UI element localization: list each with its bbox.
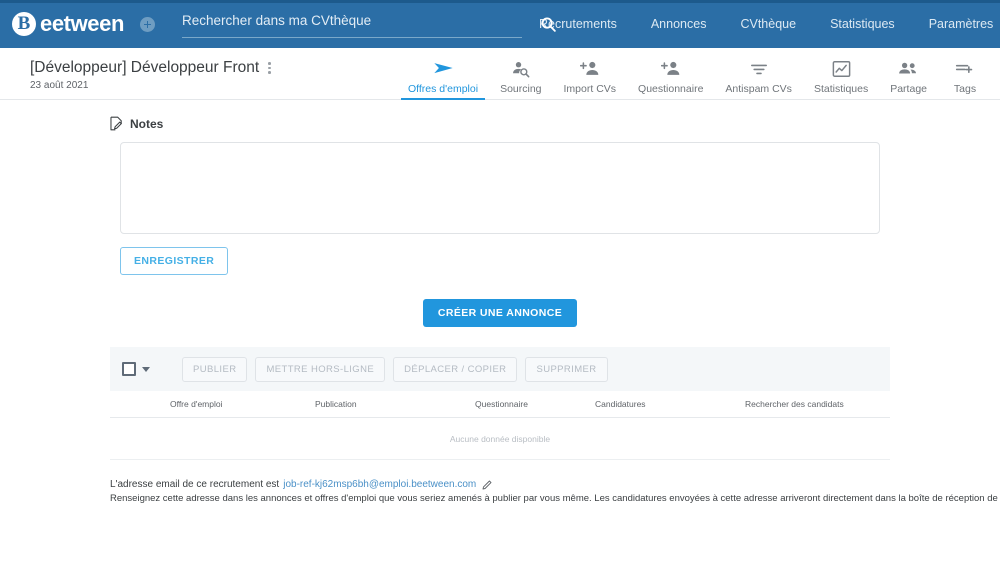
logo-wordmark: eetween: [40, 11, 125, 36]
tab-antispam-cvs[interactable]: Antispam CVs: [714, 48, 803, 100]
page-title-row: [Développeur] Développeur Front: [30, 59, 271, 77]
tab-label: Import CVs: [563, 82, 617, 95]
record-tabs: Offres d'emploi Sourcing Import CVs Ques…: [397, 48, 992, 100]
tab-label: Questionnaire: [638, 82, 704, 95]
job-date: 23 août 2021: [30, 80, 89, 91]
create-announcement-row: CRÉER UNE ANNONCE: [0, 299, 1000, 327]
search-icon[interactable]: [540, 16, 557, 33]
save-notes-button[interactable]: ENREGISTRER: [120, 247, 229, 275]
email-help-text: Renseignez cette adresse dans les annonc…: [110, 493, 1000, 504]
tab-import-cvs[interactable]: Import CVs: [553, 48, 628, 100]
top-header-bar: B eetween Recrutements Annonces CVthèque…: [0, 0, 1000, 48]
plus-circle-icon[interactable]: [140, 16, 156, 32]
tab-label: Sourcing: [500, 82, 542, 95]
pencil-icon[interactable]: [482, 480, 492, 490]
table-header-row: Offre d'emploi Publication Questionnaire…: [110, 391, 890, 418]
page-title: [Développeur] Développeur Front: [30, 59, 260, 76]
offers-table: Offre d'emploi Publication Questionnaire…: [110, 391, 890, 460]
logo-mark: B: [12, 12, 36, 36]
mettre-hors-ligne-button[interactable]: METTRE HORS-LIGNE: [255, 356, 386, 382]
nav-item-statistiques[interactable]: Statistiques: [813, 17, 912, 31]
tag-add-icon: [955, 58, 975, 80]
tab-tags[interactable]: Tags: [938, 48, 992, 100]
create-announcement-button[interactable]: CRÉER UNE ANNONCE: [422, 299, 578, 327]
person-search-icon: [511, 58, 530, 80]
tab-label: Antispam CVs: [725, 82, 792, 95]
select-all-control[interactable]: [122, 362, 150, 376]
tab-label: Offres d'emploi: [407, 82, 479, 95]
empty-state-text: Aucune donnée disponible: [449, 433, 551, 444]
nav-item-recrutements[interactable]: Recrutements: [522, 17, 634, 31]
tab-sourcing[interactable]: Sourcing: [489, 48, 552, 100]
chevron-down-icon[interactable]: [142, 366, 150, 372]
tab-label: Partage: [890, 82, 927, 95]
email-line: L'adresse email de ce recrutement est jo…: [110, 479, 910, 490]
person-add-icon: [579, 58, 600, 80]
bulk-action-buttons: PUBLIER METTRE HORS-LIGNE DÉPLACER / COP…: [182, 356, 608, 382]
global-search[interactable]: [182, 0, 556, 48]
nav-item-parametres[interactable]: Paramètres: [912, 17, 1000, 31]
app-logo[interactable]: B eetween: [12, 11, 156, 37]
tab-offres-demploi[interactable]: Offres d'emploi: [397, 48, 489, 100]
note-edit-icon: [110, 116, 123, 131]
column-header-questionnaire: Questionnaire: [475, 399, 528, 409]
deplacer-copier-button[interactable]: DÉPLACER / COPIER: [393, 356, 518, 382]
tab-label: Tags: [953, 82, 977, 95]
main-content: Notes ENREGISTRER CRÉER UNE ANNONCE PUBL…: [0, 116, 1000, 504]
select-all-checkbox[interactable]: [122, 362, 136, 376]
supprimer-button[interactable]: SUPPRIMER: [525, 356, 608, 382]
tab-statistiques[interactable]: Statistiques: [803, 48, 879, 100]
job-identity: [Développeur] Développeur Front 23 août …: [30, 56, 271, 91]
filter-icon: [749, 58, 769, 80]
list-toolbar: PUBLIER METTRE HORS-LIGNE DÉPLACER / COP…: [110, 347, 890, 391]
recruitment-email-footer: L'adresse email de ce recrutement est jo…: [110, 479, 1000, 504]
publier-button[interactable]: PUBLIER: [182, 356, 248, 382]
notes-label: Notes: [130, 116, 164, 131]
send-icon: [433, 58, 454, 80]
search-input[interactable]: [182, 10, 523, 38]
column-header-rechercher-des-candidats: Rechercher des candidats: [745, 399, 844, 409]
email-prefix-text: L'adresse email de ce recrutement est: [110, 479, 280, 490]
column-header-publication: Publication: [315, 399, 357, 409]
chart-line-icon: [832, 58, 851, 80]
notes-textarea[interactable]: [120, 142, 880, 234]
table-empty-state: Aucune donnée disponible: [110, 418, 890, 460]
column-header-candidatures: Candidatures: [595, 399, 646, 409]
person-add-icon: [660, 58, 681, 80]
recruitment-email-link[interactable]: job-ref-kj62msp6bh@emploi.beetween.com: [283, 479, 476, 490]
notes-header: Notes: [110, 116, 1000, 131]
nav-item-annonces[interactable]: Annonces: [634, 17, 724, 31]
primary-nav: Recrutements Annonces CVthèque Statistiq…: [522, 9, 1000, 39]
people-icon: [898, 58, 919, 80]
nav-item-cvtheque[interactable]: CVthèque: [723, 17, 813, 31]
tab-label: Statistiques: [813, 82, 869, 95]
tab-partage[interactable]: Partage: [879, 48, 938, 100]
column-header-offre-demploi: Offre d'emploi: [170, 399, 223, 409]
record-header-bar: [Développeur] Développeur Front 23 août …: [0, 48, 1000, 100]
more-vertical-icon[interactable]: [268, 62, 271, 74]
tab-questionnaire[interactable]: Questionnaire: [627, 48, 714, 100]
